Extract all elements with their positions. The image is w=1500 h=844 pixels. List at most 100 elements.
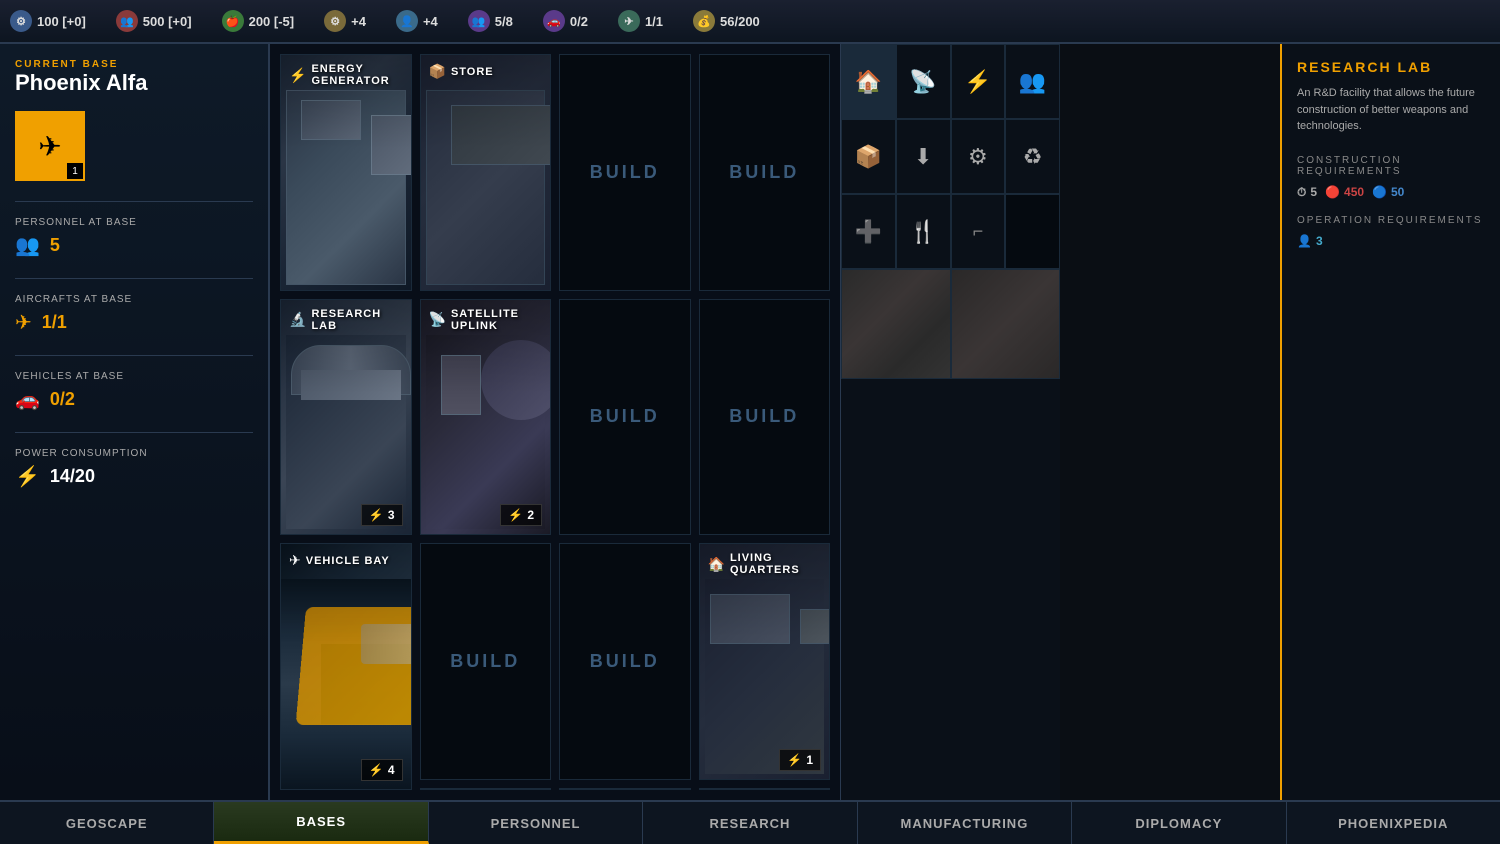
base-badge: 1	[67, 163, 83, 179]
build-slot-5[interactable]: BUILD	[420, 543, 552, 780]
base-plane-icon: ✈	[38, 130, 61, 163]
icon-recycle[interactable]: ♻	[1005, 119, 1060, 194]
gear-value: +4	[351, 14, 366, 29]
supplies-req-value: 450	[1344, 185, 1364, 199]
icon-home[interactable]: 🏠	[841, 44, 896, 119]
icon-empty	[1005, 194, 1060, 269]
time-icon: ⏱	[1297, 185, 1306, 200]
power-stat: POWER CONSUMPTION ⚡ 14/20	[15, 432, 253, 489]
req-supplies: 🔴 450	[1325, 185, 1364, 199]
vehicles-value: 0/2	[50, 389, 75, 410]
build-label-6: BUILD	[590, 651, 660, 672]
req-gear: 🔵 50	[1372, 185, 1404, 199]
vehicles-icon: 🚗	[15, 387, 40, 412]
build-label-1: BUILD	[590, 162, 660, 183]
vehicle-bay-label: ✈ VEHICLE BAY	[289, 552, 390, 569]
gear-icon: ⚙	[324, 10, 346, 32]
building-vehicle-bay[interactable]: ✈ VEHICLE BAY ⚡ 4	[280, 543, 412, 790]
build-slot-6[interactable]: BUILD	[559, 543, 691, 780]
build-slot-1[interactable]: BUILD	[559, 54, 691, 291]
vehicle-bay-power-icon: ⚡	[369, 763, 384, 777]
terrain-panel	[840, 269, 1060, 800]
build-label-5: BUILD	[450, 651, 520, 672]
icon-people-cell[interactable]: 👥	[1005, 44, 1060, 119]
research-lab-power-icon: ⚡	[369, 508, 384, 522]
aircraft-stat: AIRCRAFTS AT BASE ✈ 1/1	[15, 278, 253, 335]
icon-medic[interactable]: ➕	[841, 194, 896, 269]
aircraft-value: 1/1	[42, 312, 67, 333]
supplies-req-icon: 🔴	[1325, 185, 1340, 199]
icon-radar[interactable]: 📡	[896, 44, 951, 119]
req-time: ⏱ 5	[1297, 185, 1317, 200]
satellite-uplink-power: ⚡ 2	[500, 504, 542, 526]
build-label-2: BUILD	[729, 162, 799, 183]
icon-elevator[interactable]: ⬇	[896, 119, 951, 194]
terrain-2	[951, 269, 1061, 379]
soldiers-icon: ⚙	[10, 10, 32, 32]
building-store[interactable]: 📦 STORE	[420, 54, 552, 291]
tab-research[interactable]: RESEARCH	[643, 802, 857, 844]
icon-box[interactable]: 📦	[841, 119, 896, 194]
aircraft-icon: ✈	[15, 310, 32, 335]
building-energy-generator[interactable]: ⚡ ENERGY GENERATOR	[280, 54, 412, 291]
people-icon: 👥	[468, 10, 490, 32]
left-panel: CURRENT BASE Phoenix Alfa ✈ 1 PERSONNEL …	[0, 44, 270, 800]
gear-req-value: 50	[1391, 185, 1404, 199]
research-lab-label: 🔬 RESEARCH LAB	[289, 308, 411, 332]
construction-requirements: ⏱ 5 🔴 450 🔵 50	[1297, 185, 1485, 200]
building-satellite-uplink[interactable]: 📡 SATELLITE UPLINK ⚡ 2	[420, 299, 552, 536]
details-description: An R&D facility that allows the future c…	[1297, 85, 1485, 135]
personnel-req-icon: 👤	[1297, 234, 1312, 248]
money-value: 56/200	[720, 14, 760, 29]
power-label: POWER CONSUMPTION	[15, 448, 253, 459]
tab-bases[interactable]: BASES	[214, 802, 428, 844]
base-name: Phoenix Alfa	[15, 70, 253, 96]
satellite-uplink-icon: 📡	[429, 311, 446, 328]
bottom-navigation: GEOSCAPE BASES PERSONNEL RESEARCH MANUFA…	[0, 800, 1500, 844]
building-living-quarters[interactable]: 🏠 LIVING QUARTERS ⚡ 1	[699, 543, 831, 780]
plane-icon: ✈	[618, 10, 640, 32]
build-label-3: BUILD	[590, 406, 660, 427]
building-research-lab[interactable]: 🔬 RESEARCH LAB ⚡ 3	[280, 299, 412, 536]
tab-manufacturing[interactable]: MANUFACTURING	[858, 802, 1072, 844]
money-icon: 💰	[693, 10, 715, 32]
building-medical-bay[interactable]: ➕ MEDICAL BAY ⚡ 1	[420, 788, 552, 790]
build-slot-2[interactable]: BUILD	[699, 54, 831, 291]
icon-fork[interactable]: 🍴	[896, 194, 951, 269]
details-title: RESEARCH LAB	[1297, 59, 1485, 75]
icon-corner[interactable]: ⌐	[951, 194, 1006, 269]
icon-gear-cell[interactable]: ⚙	[951, 119, 1006, 194]
food-value: 200 [-5]	[249, 14, 295, 29]
operation-requirements: 👤 3	[1297, 234, 1485, 248]
icon-panel: 🏠 📡 ⚡ 👥 📦 ⬇ ⚙ ♻ ➕ 🍴 ⌐	[840, 44, 1060, 269]
build-slot-3[interactable]: BUILD	[559, 299, 691, 536]
resource-gear: ⚙ +4	[324, 10, 366, 32]
energy-generator-label: ⚡ ENERGY GENERATOR	[289, 63, 411, 87]
soldiers-value: 100 [+0]	[37, 14, 86, 29]
building-fabrication-plant[interactable]: ⚙ FABRICATION PLANT ⚡ 3	[699, 788, 831, 790]
time-value: 5	[1310, 185, 1317, 199]
vehicle-bay-power: ⚡ 4	[361, 759, 403, 781]
vehicles-stat: VEHICLES AT BASE 🚗 0/2	[15, 355, 253, 412]
person-icon: 👤	[396, 10, 418, 32]
building-access-lift[interactable]: ⬇ ACCESS LIFT	[559, 788, 691, 790]
base-icon[interactable]: ✈ 1	[15, 111, 85, 181]
resource-person: 👤 +4	[396, 10, 438, 32]
research-lab-power: ⚡ 3	[361, 504, 403, 526]
personnel-label: PERSONNEL AT BASE	[15, 217, 253, 228]
icon-lightning[interactable]: ⚡	[951, 44, 1006, 119]
tab-diplomacy[interactable]: DIPLOMACY	[1072, 802, 1286, 844]
person-value: +4	[423, 14, 438, 29]
resource-vehicle: 🚗 0/2	[543, 10, 588, 32]
resource-supplies: 👥 500 [+0]	[116, 10, 192, 32]
tab-geoscape[interactable]: GEOSCAPE	[0, 802, 214, 844]
satellite-uplink-label: 📡 SATELLITE UPLINK	[429, 308, 551, 332]
build-slot-4[interactable]: BUILD	[699, 299, 831, 536]
tab-phoenixpedia[interactable]: PHOENIXPEDIA	[1287, 802, 1500, 844]
gear-req-icon: 🔵	[1372, 185, 1387, 199]
building-grid: ⚡ ENERGY GENERATOR 📦 STORE BUILD	[270, 44, 840, 800]
tab-personnel[interactable]: PERSONNEL	[429, 802, 643, 844]
vehicle-value: 0/2	[570, 14, 588, 29]
plane-value: 1/1	[645, 14, 663, 29]
power-icon: ⚡	[15, 464, 40, 489]
